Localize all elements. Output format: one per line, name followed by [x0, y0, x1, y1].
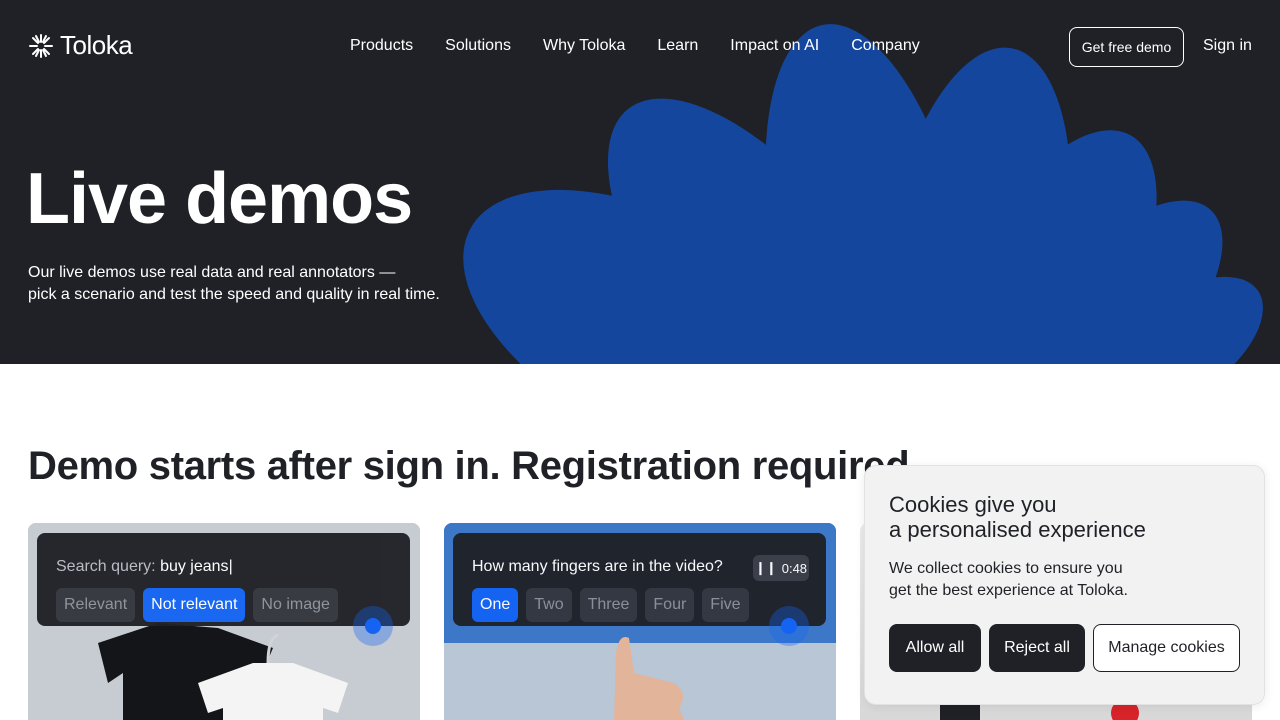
question-panel: Search query: buy jeans| Relevant Not re… — [37, 533, 410, 626]
manage-cookies-button[interactable]: Manage cookies — [1093, 624, 1240, 672]
menu-item-solutions[interactable]: Solutions — [445, 37, 511, 55]
option-two[interactable]: Two — [526, 588, 572, 622]
page-title: Live demos — [26, 159, 413, 239]
option-four[interactable]: Four — [645, 588, 695, 622]
hero-subtitle-line: pick a scenario and test the speed and q… — [28, 286, 440, 303]
get-free-demo-button[interactable]: Get free demo — [1069, 27, 1184, 67]
menu-item-products[interactable]: Products — [350, 37, 413, 55]
answer-options: Relevant Not relevant No image — [56, 588, 338, 622]
menu-item-learn[interactable]: Learn — [657, 37, 698, 55]
option-five[interactable]: Five — [702, 588, 749, 622]
cookie-text-line: get the best experience at Toloka. — [889, 582, 1128, 599]
hero-subtitle-line: Our live demos use real data and real an… — [28, 264, 396, 281]
question-text: How many fingers are in the video? — [472, 558, 723, 575]
demo-card-search-relevance[interactable]: Search query: buy jeans| Relevant Not re… — [28, 523, 420, 720]
cookie-title-line: Cookies give you — [889, 492, 1057, 517]
option-no-image[interactable]: No image — [253, 588, 338, 622]
allow-all-button[interactable]: Allow all — [889, 624, 981, 672]
sunburst-logo-icon — [29, 33, 53, 58]
timer-value: 0:48 — [781, 560, 808, 576]
hero-section: Toloka Products Solutions Why Toloka Lea… — [0, 0, 1280, 364]
option-one[interactable]: One — [472, 588, 519, 622]
text-cursor: | — [228, 558, 233, 575]
click-indicator-icon — [353, 606, 393, 646]
menu-item-why-toloka[interactable]: Why Toloka — [543, 37, 625, 55]
option-relevant[interactable]: Relevant — [56, 588, 136, 622]
cookie-title: Cookies give you a personalised experien… — [889, 492, 1146, 542]
toloka-logo[interactable]: Toloka — [28, 30, 133, 61]
demo-card-finger-count[interactable]: How many fingers are in the video? ❙❙ 0:… — [444, 523, 836, 720]
cookie-text-line: We collect cookies to ensure you — [889, 560, 1123, 577]
option-three[interactable]: Three — [579, 588, 638, 622]
query-label: Search query: — [56, 558, 156, 575]
logo-text: Toloka — [60, 30, 133, 60]
menu-item-impact-on-ai[interactable]: Impact on AI — [730, 37, 819, 55]
query-value: buy jeans — [160, 558, 229, 575]
question-panel: How many fingers are in the video? ❙❙ 0:… — [453, 533, 826, 626]
menu-item-company[interactable]: Company — [851, 37, 919, 55]
pause-icon: ❙❙ — [754, 560, 777, 575]
section-title: Demo starts after sign in. Registration … — [28, 444, 910, 488]
video-timer[interactable]: ❙❙ 0:48 — [753, 555, 809, 581]
sign-in-link[interactable]: Sign in — [1203, 37, 1252, 55]
main-menu: Products Solutions Why Toloka Learn Impa… — [350, 37, 952, 55]
cookie-description: We collect cookies to ensure you get the… — [889, 558, 1128, 602]
top-navigation: Toloka Products Solutions Why Toloka Lea… — [0, 0, 1280, 94]
option-not-relevant[interactable]: Not relevant — [143, 588, 246, 622]
answer-options: One Two Three Four Five — [472, 588, 749, 622]
click-indicator-icon — [769, 606, 809, 646]
cookie-title-line: a personalised experience — [889, 517, 1146, 542]
reject-all-button[interactable]: Reject all — [989, 624, 1085, 672]
search-query: Search query: buy jeans| — [56, 558, 233, 576]
cookie-banner: Cookies give you a personalised experien… — [864, 465, 1265, 705]
hero-subtitle: Our live demos use real data and real an… — [28, 262, 468, 306]
